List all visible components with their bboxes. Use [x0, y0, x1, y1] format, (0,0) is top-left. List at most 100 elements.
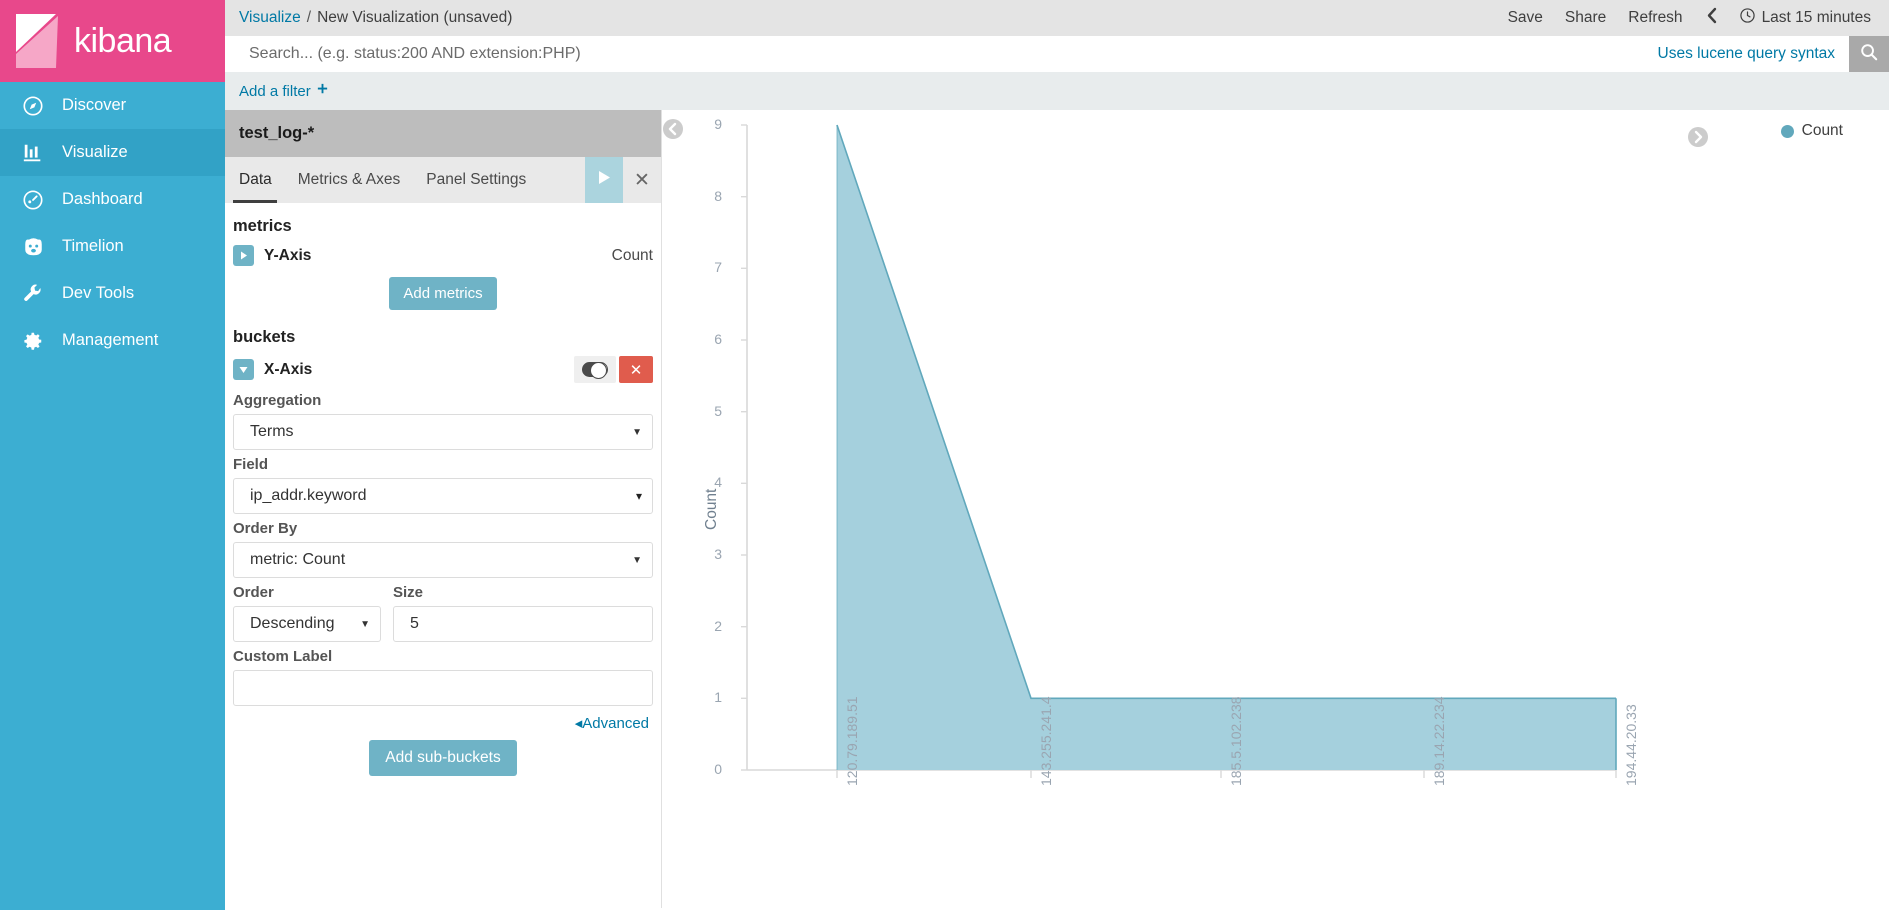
chevron-down-icon: ▼: [632, 426, 642, 438]
metric-row-y-axis[interactable]: Y-Axis Count: [225, 242, 661, 269]
visualization-container: Count 9 8 7 6 5 4 3 2 1 0 Count 120.79.1…: [662, 110, 1889, 908]
custom-label-group: Custom Label: [225, 642, 661, 706]
share-button[interactable]: Share: [1565, 9, 1606, 27]
collapse-editor-button[interactable]: [662, 118, 684, 140]
discard-changes-button[interactable]: ✕: [623, 157, 661, 203]
time-range-label: Last 15 minutes: [1761, 9, 1871, 26]
index-pattern-title: test_log-*: [225, 110, 661, 157]
field-group: Field ip_addr.keyword ▾: [225, 450, 661, 514]
custom-label-input[interactable]: [250, 679, 642, 697]
wrench-icon: [18, 283, 48, 305]
chevron-left-icon[interactable]: [1705, 7, 1718, 29]
breadcrumb-separator: /: [306, 9, 312, 26]
custom-label-label: Custom Label: [233, 648, 333, 665]
sidebar-item-visualize[interactable]: Visualize: [0, 129, 225, 176]
tab-label: Metrics & Axes: [297, 171, 401, 188]
chevron-down-icon: ▾: [635, 489, 642, 503]
order-by-label: Order By: [233, 520, 298, 537]
tab-panel-settings[interactable]: Panel Settings: [413, 157, 539, 203]
order-size-row: Order Descending ▼ Size: [225, 578, 661, 642]
sidebar-item-dashboard[interactable]: Dashboard: [0, 176, 225, 223]
y-tick-label: 9: [714, 116, 722, 132]
plus-icon: [316, 83, 329, 100]
sidebar-item-label: Dev Tools: [62, 284, 135, 302]
editor-content: metrics Y-Axis Count Add metrics buckets: [225, 203, 661, 908]
toggle-icon[interactable]: [574, 356, 616, 383]
save-button[interactable]: Save: [1508, 9, 1543, 27]
bucket-controls: ✕: [574, 356, 653, 383]
top-navbar: Visualize / New Visualization (unsaved) …: [225, 0, 1889, 36]
refresh-button[interactable]: Refresh: [1628, 9, 1682, 27]
collapse-legend-button[interactable]: [1687, 126, 1709, 148]
play-icon: [597, 170, 611, 190]
order-by-group: Order By metric: Count ▼: [225, 514, 661, 578]
sidebar-item-dev-tools[interactable]: Dev Tools: [0, 270, 225, 317]
buckets-section-heading: buckets: [233, 328, 296, 346]
close-icon: ✕: [634, 169, 650, 191]
chevron-down-icon: ▼: [632, 554, 642, 566]
order-group: Order Descending ▼: [233, 584, 381, 642]
search-input[interactable]: [239, 39, 1644, 69]
kibana-logo[interactable]: kibana: [0, 0, 225, 82]
tab-label: Panel Settings: [426, 171, 527, 188]
tab-data[interactable]: Data: [225, 157, 285, 203]
sidebar-item-timelion[interactable]: Timelion: [0, 223, 225, 270]
top-navbar-actions: Save Share Refresh Last 15 minutes: [1508, 7, 1889, 29]
bucket-row-x-axis: X-Axis ✕: [225, 353, 661, 386]
add-filter-button[interactable]: Add a filter: [239, 83, 329, 100]
size-input-wrapper: [393, 606, 653, 642]
sidebar-item-discover[interactable]: Discover: [0, 82, 225, 129]
apply-changes-button[interactable]: [585, 157, 623, 203]
y-tick-label: 1: [714, 689, 722, 705]
sidebar-item-label: Dashboard: [62, 190, 143, 208]
metrics-section-heading: metrics: [233, 217, 292, 235]
vis-body: test_log-* Data Metrics & Axes Panel Set…: [225, 110, 1889, 908]
remove-bucket-button[interactable]: ✕: [619, 356, 653, 383]
timelion-icon: [18, 236, 48, 258]
chevron-right-icon[interactable]: [233, 245, 254, 266]
time-picker-button[interactable]: Last 15 minutes: [1739, 8, 1871, 28]
order-label: Order: [233, 584, 274, 601]
aggregation-select[interactable]: Terms ▼: [233, 414, 653, 450]
legend-color-swatch: [1780, 124, 1794, 138]
chevron-left-circle-icon: [663, 119, 683, 139]
compass-icon: [18, 95, 48, 117]
advanced-label: Advanced: [582, 715, 649, 732]
dashboard-icon: [18, 189, 48, 211]
size-input[interactable]: [410, 615, 642, 633]
breadcrumb: Visualize / New Visualization (unsaved): [239, 9, 512, 27]
field-select[interactable]: ip_addr.keyword ▾: [233, 478, 653, 514]
filter-bar: Add a filter: [225, 72, 1889, 110]
order-by-select[interactable]: metric: Count ▼: [233, 542, 653, 578]
sidebar-item-management[interactable]: Management: [0, 317, 225, 364]
breadcrumb-current: New Visualization (unsaved): [317, 9, 513, 26]
series-count[interactable]: [836, 124, 1617, 770]
tab-label: Data: [239, 171, 272, 188]
chevron-down-icon[interactable]: [233, 359, 254, 380]
add-metrics-button[interactable]: Add metrics: [389, 277, 497, 310]
add-sub-buckets-button[interactable]: Add sub-buckets: [369, 740, 517, 776]
x-tick-label: 189.14.22.234: [1431, 696, 1447, 786]
global-nav-sidebar: kibana Discover Visualize Dashboard Time…: [0, 0, 225, 910]
bucket-label: X-Axis: [264, 360, 313, 378]
aggregation-label: Aggregation: [233, 392, 322, 409]
clock-icon: [1739, 8, 1755, 28]
kibana-app: kibana Discover Visualize Dashboard Time…: [0, 0, 1889, 910]
tab-metrics-axes[interactable]: Metrics & Axes: [285, 157, 414, 203]
lucene-syntax-link[interactable]: Uses lucene query syntax: [1644, 45, 1849, 63]
metric-value: Count: [611, 246, 653, 264]
order-select[interactable]: Descending ▼: [233, 606, 381, 642]
search-icon: [1860, 43, 1878, 66]
order-by-value: metric: Count: [250, 551, 346, 568]
chart-legend[interactable]: Count: [1780, 122, 1843, 140]
y-tick-label: 0: [714, 761, 722, 777]
editor-tab-actions: ✕: [585, 157, 661, 203]
custom-label-wrapper: [233, 670, 653, 706]
search-submit-button[interactable]: [1849, 36, 1889, 72]
gear-icon: [18, 330, 48, 352]
area-chart[interactable]: [662, 110, 1888, 908]
breadcrumb-visualize[interactable]: Visualize: [239, 9, 301, 27]
main-area: Visualize / New Visualization (unsaved) …: [225, 0, 1889, 910]
y-tick-label: 7: [714, 259, 722, 275]
advanced-toggle[interactable]: ◂Advanced: [225, 706, 661, 732]
